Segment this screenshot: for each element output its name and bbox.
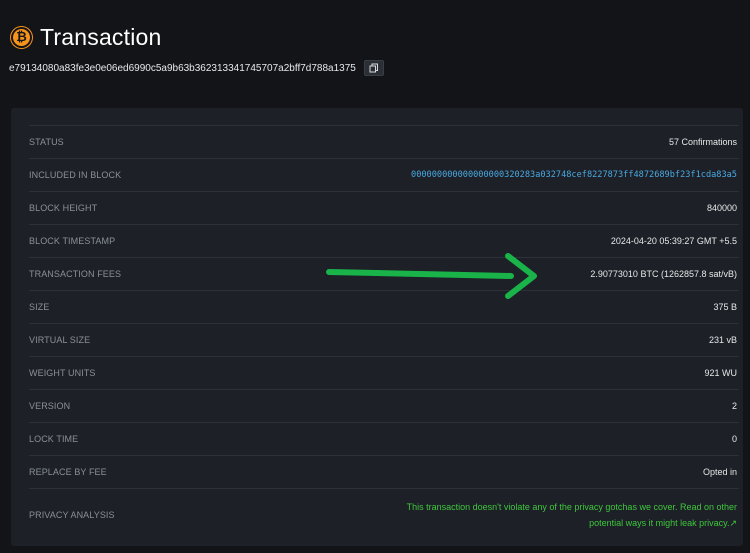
locktime-value: 0 [731,434,737,444]
detail-row-height: BLOCK HEIGHT 840000 [29,191,739,224]
vsize-value: 231 vB [708,335,737,345]
detail-row-fees: TRANSACTION FEES 2.90773010 BTC (1262857… [29,257,739,290]
height-label: BLOCK HEIGHT [29,203,98,213]
size-label: SIZE [29,302,50,312]
transaction-id: e79134080a83fe3e0e06ed6990c5a9b63b362313… [9,62,356,74]
details-list: STATUS 57 Confirmations INCLUDED IN BLOC… [29,125,739,541]
detail-row-vsize: VIRTUAL SIZE 231 vB [29,323,739,356]
detail-row-locktime: LOCK TIME 0 [29,422,739,455]
version-label: VERSION [29,401,71,411]
detail-row-status: STATUS 57 Confirmations [29,125,739,158]
rbf-value: Opted in [702,467,737,477]
detail-row-size: SIZE 375 B [29,290,739,323]
block-label: INCLUDED IN BLOCK [29,170,122,180]
status-value: 57 Confirmations [668,137,737,147]
detail-row-privacy: PRIVACY ANALYSIS This transaction doesn'… [29,488,739,541]
detail-row-weight: WEIGHT UNITS 921 WU [29,356,739,389]
size-value: 375 B [713,302,737,312]
vsize-label: VIRTUAL SIZE [29,335,91,345]
weight-value: 921 WU [704,368,737,378]
copy-txid-button[interactable] [363,60,384,76]
timestamp-label: BLOCK TIMESTAMP [29,236,116,246]
locktime-label: LOCK TIME [29,434,79,444]
privacy-label: PRIVACY ANALYSIS [29,510,115,520]
fees-label: TRANSACTION FEES [29,269,122,279]
fees-value: 2.90773010 BTC (1262857.8 sat/vB) [590,269,737,279]
version-value: 2 [731,401,737,411]
status-label: STATUS [29,137,64,147]
height-value: 840000 [706,203,737,213]
transaction-id-row: e79134080a83fe3e0e06ed6990c5a9b63b362313… [9,60,384,76]
privacy-analysis-link[interactable]: This transaction doesn't violate any of … [377,499,739,531]
bitcoin-icon: ₿ [11,27,32,48]
detail-row-rbf: REPLACE BY FEE Opted in [29,455,739,488]
page-title: Transaction [40,24,162,50]
detail-row-block: INCLUDED IN BLOCK 0000000000000000003202… [29,158,739,191]
copy-icon [369,63,378,73]
transaction-details-panel: STATUS 57 Confirmations INCLUDED IN BLOC… [11,108,743,546]
timestamp-value: 2024-04-20 05:39:27 GMT +5.5 [610,236,737,246]
weight-label: WEIGHT UNITS [29,368,96,378]
detail-row-version: VERSION 2 [29,389,739,422]
detail-row-timestamp: BLOCK TIMESTAMP 2024-04-20 05:39:27 GMT … [29,224,739,257]
block-hash-link[interactable]: 000000000000000000320283a032748cef822787… [411,170,739,180]
rbf-label: REPLACE BY FEE [29,467,107,477]
page-header: ₿ Transaction [11,24,162,51]
